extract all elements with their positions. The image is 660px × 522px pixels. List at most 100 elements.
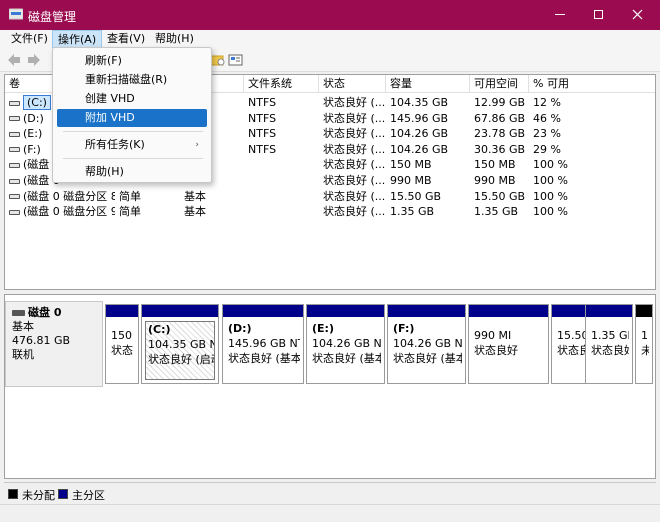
unallocated-swatch [8,489,18,499]
partition-body: (E:) 104.26 GB NT 状态良好 (基本 [310,321,381,380]
cell-capacity: 104.26 GB [390,142,449,156]
maximize-button[interactable] [578,0,618,30]
volume-name: (磁盘 0 磁盘分区 9) [23,205,115,219]
cell-fs [244,204,319,220]
back-arrow-icon[interactable] [6,52,22,68]
partition-status: 未 [641,343,649,358]
col-capacity[interactable]: 容量 [386,75,470,93]
partition-block[interactable]: 1未 [635,304,653,384]
col-status[interactable]: 状态 [319,75,386,93]
cell-layout: 简单 [119,205,141,219]
menu-help-item[interactable]: 帮助(H) [57,163,207,181]
cell-status: 状态良好 (... [323,142,386,156]
partition-block[interactable]: (F:) 104.26 GB NT 状态良好 (基本 [387,304,466,384]
cell-fs: NTFS [248,96,277,109]
cell-fs: NTFS [248,127,277,141]
cell-status: 状态良好 (... [323,158,386,172]
partition-status: 状态良好 (基本 [312,352,381,365]
cell-capacity: 104.35 GB [390,96,449,109]
cell-pct: 100 % [533,158,568,172]
partition-block[interactable]: 150 状态 [105,304,139,384]
menu-action[interactable]: 操作(A) [52,30,103,48]
partition-block[interactable]: 1.35 GB 状态良好 [585,304,633,384]
title-bar: 磁盘管理 [0,0,660,30]
partition-color-bar [636,305,652,317]
volume-icon [9,178,20,184]
menu-all-tasks[interactable]: 所有任务(K) › [57,136,207,154]
cell-pct: 46 % [533,111,561,125]
partition-block[interactable]: (E:) 104.26 GB NT 状态良好 (基本 [306,304,385,384]
cell-capacity: 15.50 GB [390,189,442,203]
menu-bar: 文件(F) 操作(A) 查看(V) 帮助(H) [0,30,660,48]
volume-name: (E:) [23,127,43,141]
cell-fs: NTFS [248,142,277,156]
disk-0-label[interactable]: 磁盘 0 基本 476.81 GB 联机 [5,301,103,387]
partition-color-bar [307,305,384,317]
action-menu-dropdown: 刷新(F) 重新扫描磁盘(R) 创建 VHD 附加 VHD 所有任务(K) › 帮… [52,47,212,183]
partition-status: 状态良好 (启动 [148,353,215,366]
submenu-arrow-icon: › [195,140,199,150]
menu-help[interactable]: 帮助(H) [150,30,199,48]
partition-color-bar [469,305,548,317]
volume-row[interactable]: (磁盘 0 磁盘分区 8) 简单 基本 状态良好 (... 15.50 GB 15.50 … [5,189,655,205]
minimize-button[interactable] [540,0,580,30]
partition-size: 104.26 GB NT [312,337,381,350]
partition-size: 1.35 GB [591,329,629,342]
menu-file[interactable]: 文件(F) [6,30,53,48]
cell-capacity: 150 MB [390,158,432,172]
partition-body: (C:) 104.35 GB NT 状态良好 (启动 [145,321,215,380]
partition-status: 状态 [111,344,133,357]
menu-separator [63,131,203,132]
volume-icon [9,194,20,200]
cell-status: 状态良好 (... [323,205,386,219]
cell-layout: 简单 [119,189,141,203]
cell-pct: 100 % [533,174,568,187]
cell-status: 状态良好 (... [323,174,386,187]
col-filesystem[interactable]: 文件系统 [244,75,319,93]
cell-pct: 23 % [533,127,561,141]
partition-block[interactable]: 990 MI 状态良好 [468,304,549,384]
cell-capacity: 145.96 GB [390,111,449,125]
cell-status: 状态良好 (... [323,127,386,141]
partition-color-bar [142,305,218,317]
close-button[interactable] [617,0,657,30]
legend-primary: 主分区 [72,489,105,502]
partition-size: 150 [111,329,132,342]
volume-row[interactable]: (磁盘 0 磁盘分区 9) 简单 基本 状态良好 (... 1.35 GB 1.35 GB… [5,204,655,220]
menu-separator [63,158,203,159]
volume-icon [9,147,20,153]
cell-type: 基本 [184,205,206,219]
partition-block[interactable]: (C:) 104.35 GB NT 状态良好 (启动 [141,304,219,384]
help-folder-icon[interactable] [210,52,226,68]
cell-free: 30.36 GB [474,142,526,156]
partition-name: (E:) [312,322,334,335]
col-free-space[interactable]: 可用空间 [470,75,529,93]
cell-pct: 29 % [533,142,561,156]
partition-status: 状态良好 (基本 [228,352,300,365]
partition-color-bar [106,305,138,317]
volume-icon [9,131,20,137]
partition-block[interactable]: (D:) 145.96 GB NT 状态良好 (基本 [222,304,304,384]
volume-name: (F:) [23,142,41,156]
disk-management-app-icon [9,8,23,20]
menu-view[interactable]: 查看(V) [102,30,150,48]
cell-free: 990 MB [474,174,516,187]
col-percent-free[interactable]: % 可用 [529,75,655,93]
partition-size: 145.96 GB NT [228,337,300,350]
cell-free: 15.50 GB [474,189,526,203]
partition-body: 1.35 GB 状态良好 [589,321,629,380]
cell-fs [244,173,319,189]
cell-free: 150 MB [474,158,516,172]
properties-icon[interactable] [228,52,244,68]
cell-capacity: 1.35 GB [390,205,435,219]
cell-free: 23.78 GB [474,127,526,141]
disk-management-window: 磁盘管理 文件(F) 操作(A) 查看(V) 帮助(H) 卷 文件系统 状态 容… [0,0,660,522]
cell-type: 基本 [184,189,206,203]
partition-size: 104.35 GB NT [148,338,214,351]
menu-attach-vhd[interactable]: 附加 VHD [57,109,207,127]
partition-size: 990 MI [474,329,512,342]
menu-refresh[interactable]: 刷新(F) [57,52,207,70]
forward-arrow-icon[interactable] [26,52,42,68]
menu-create-vhd[interactable]: 创建 VHD [57,90,207,108]
menu-rescan-disks[interactable]: 重新扫描磁盘(R) [57,71,207,89]
